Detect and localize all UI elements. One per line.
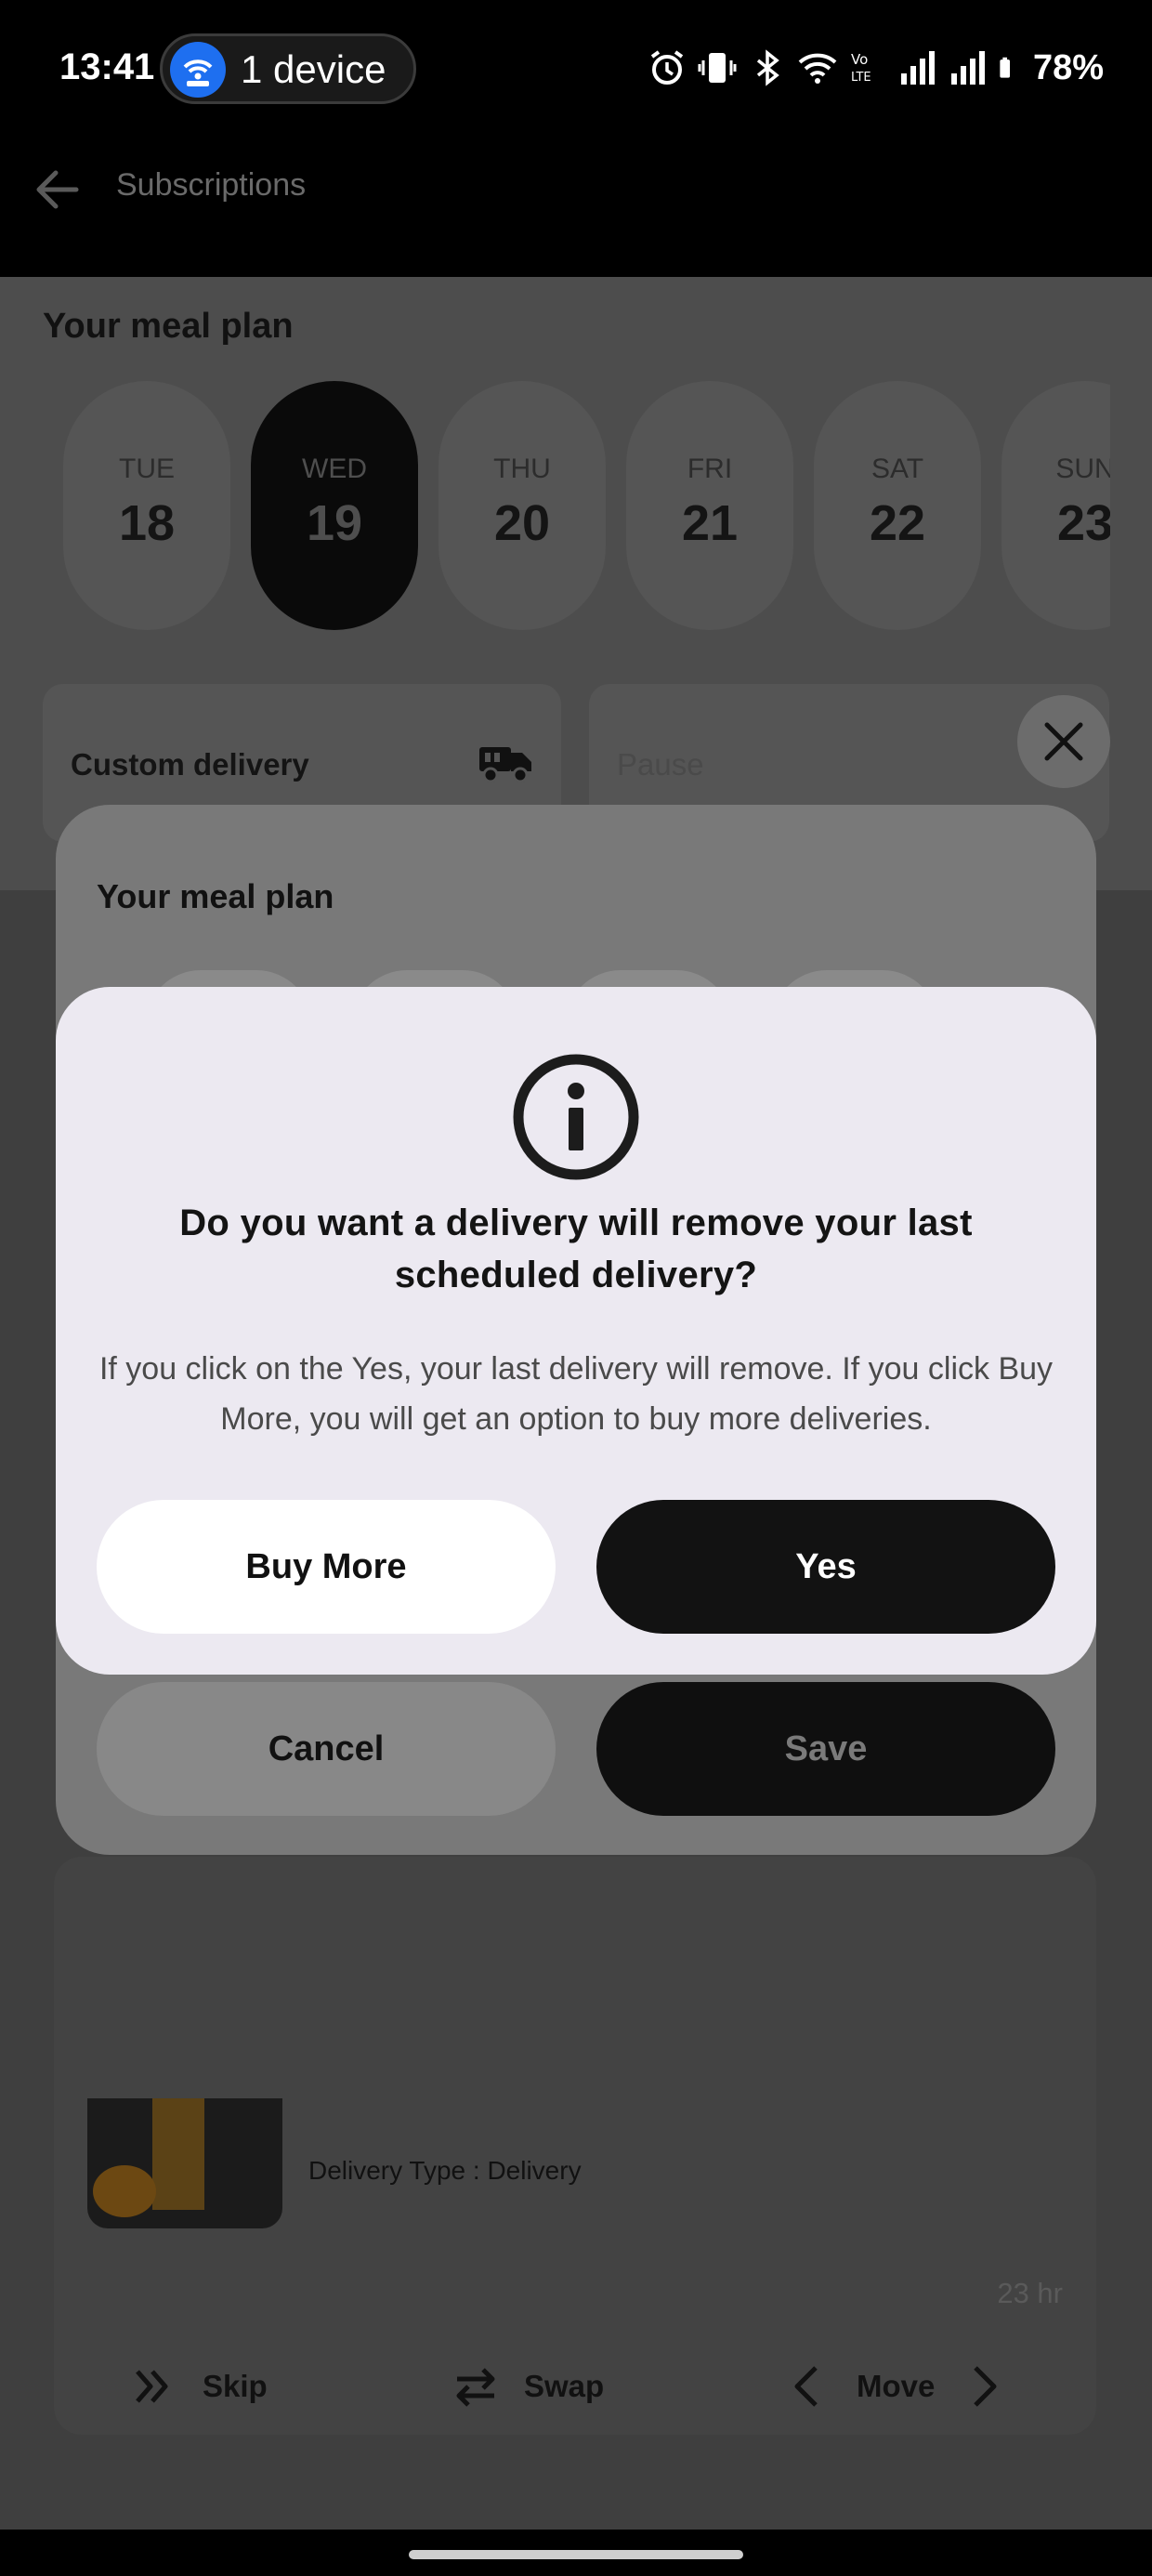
status-icons: Vo LTE 78% (647, 45, 1104, 91)
day-chip[interactable]: THU 20 (439, 381, 606, 630)
day-number: 22 (869, 495, 926, 551)
close-button[interactable] (1017, 695, 1110, 788)
swap-label: Swap (524, 2369, 605, 2403)
day-name: TUE (119, 453, 175, 484)
day-selector: TUE 18 WED 19 THU 20 FRI 21 SAT 22 SUN 2… (0, 381, 1110, 632)
truck-icon (479, 747, 531, 783)
device-pill[interactable]: 1 device (160, 33, 416, 104)
status-bar: 13:41 1 device Vo LTE 78% (0, 0, 1152, 139)
signal-icon-2 (950, 51, 985, 85)
home-handle[interactable] (409, 2550, 743, 2559)
delivery-card: Delivery Type : Delivery 23 hr Skip Swap… (54, 1857, 1096, 2435)
day-name: SUN (1055, 453, 1110, 484)
move-label: Move (857, 2369, 936, 2403)
day-number: 18 (118, 495, 176, 551)
chevron-left-icon[interactable] (782, 2360, 834, 2412)
dialog-message: If you click on the Yes, your last deliv… (98, 1351, 1054, 1437)
day-name: THU (493, 453, 551, 484)
wifi-icon (798, 53, 837, 84)
battery-icon (1000, 57, 1010, 78)
close-icon (1044, 722, 1083, 761)
battery-percentage: 78% (1032, 47, 1104, 87)
arrow-left-icon[interactable] (28, 160, 87, 219)
app-bar: Subscriptions (0, 139, 1152, 277)
signal-icon (900, 51, 935, 85)
double-chevron-right-icon (136, 2370, 168, 2403)
delivery-type: Delivery Type : Delivery (308, 2156, 582, 2185)
day-chip[interactable]: FRI 21 (626, 381, 793, 630)
device-pill-label: 1 device (241, 47, 386, 91)
sheet-title: Your meal plan (97, 877, 334, 915)
day-name: FRI (687, 453, 733, 484)
custom-delivery-label: Custom delivery (71, 747, 309, 782)
day-number: 21 (681, 495, 739, 551)
skip-button[interactable]: Skip (128, 2359, 268, 2414)
day-number: 19 (306, 495, 363, 551)
day-name: WED (302, 453, 367, 484)
swap-icon (456, 2368, 495, 2407)
day-number: 23 (1056, 495, 1110, 551)
day-name: SAT (871, 453, 924, 484)
day-chip[interactable]: TUE 18 (63, 381, 230, 630)
info-icon (513, 1054, 639, 1180)
meal-image (87, 2098, 282, 2228)
confirm-dialog: Do you want a delivery will remove your … (56, 987, 1096, 1675)
day-chip[interactable]: SUN 23 (1001, 381, 1110, 630)
alarm-icon (650, 50, 684, 85)
move-control: Move (782, 2359, 1009, 2414)
day-chip[interactable]: SAT 22 (814, 381, 981, 630)
vibrate-icon (698, 53, 737, 83)
chevron-right-icon[interactable] (957, 2360, 1009, 2412)
navigation-bar (0, 2530, 1152, 2576)
yes-button[interactable]: Yes (596, 1500, 1055, 1634)
volte-icon: Vo LTE (851, 51, 871, 85)
skip-label: Skip (203, 2369, 268, 2403)
save-button[interactable]: Save (596, 1682, 1055, 1816)
status-time: 13:41 (59, 46, 155, 87)
dialog-title: Do you want a delivery will remove your … (179, 1203, 973, 1295)
hotspot-icon (170, 42, 226, 98)
day-number: 20 (493, 495, 551, 551)
page-title: Subscriptions (116, 167, 307, 203)
meal-plan-title: Your meal plan (43, 307, 294, 346)
svg-text:Vo: Vo (851, 51, 868, 68)
swap-button[interactable]: Swap (450, 2359, 604, 2414)
day-chip-selected[interactable]: WED 19 (251, 381, 418, 630)
pause-label: Pause (617, 747, 704, 782)
cancel-button[interactable]: Cancel (97, 1682, 556, 1816)
bluetooth-icon (756, 49, 779, 86)
time-remaining: 23 hr (997, 2277, 1063, 2309)
meal-plan-section: Your meal plan TUE 18 WED 19 THU 20 FRI … (0, 277, 1152, 890)
buy-more-button[interactable]: Buy More (97, 1500, 556, 1634)
svg-text:LTE: LTE (851, 71, 871, 85)
